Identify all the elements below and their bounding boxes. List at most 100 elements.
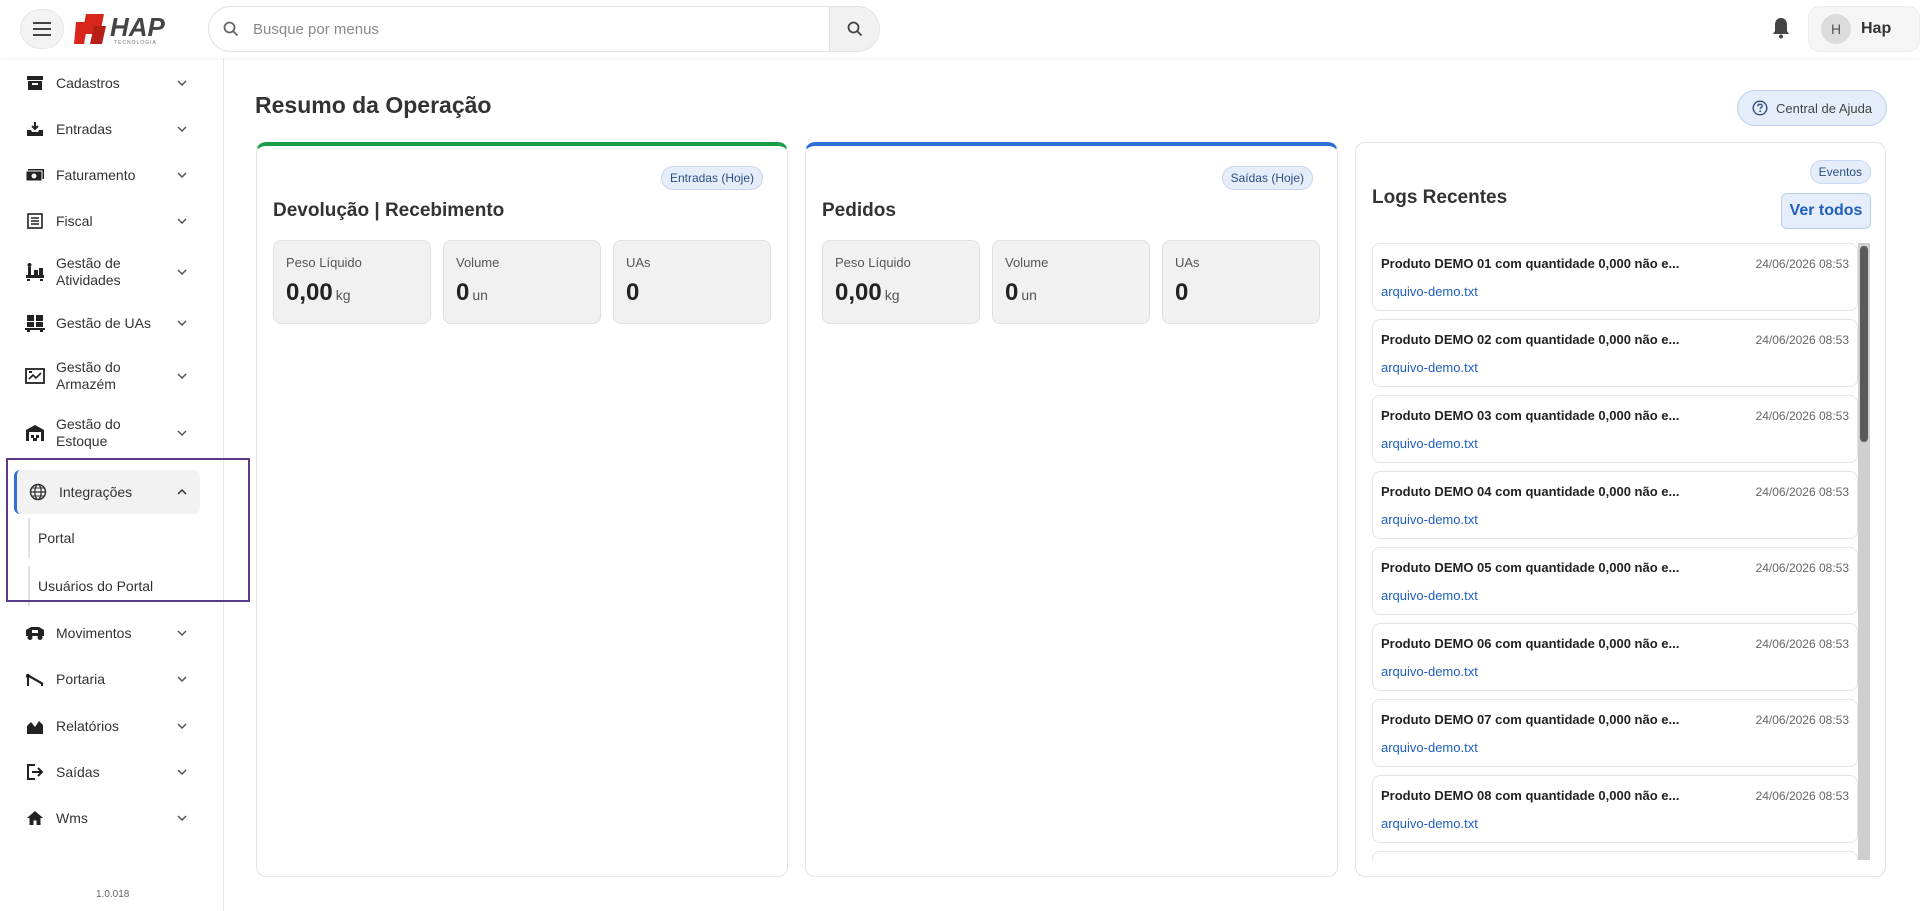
sidebar-item-label: Gestão de UAs [56, 314, 151, 331]
home-icon [24, 808, 46, 828]
stat-value: 0 un [1005, 279, 1037, 306]
chevron-down-icon [172, 218, 192, 224]
truck-icon [24, 623, 46, 643]
archive-icon [24, 73, 46, 93]
help-center-button[interactable]: Central de Ajuda [1737, 90, 1887, 126]
sidebar-item-movimentos[interactable]: Movimentos [14, 618, 200, 648]
log-title: Produto DEMO 03 com quantidade 0,000 não… [1381, 408, 1680, 423]
sidebar-item-label: Gestão de Atividades [56, 255, 121, 288]
log-scrollbar-thumb[interactable] [1860, 246, 1868, 442]
saidas-badge: Saídas (Hoje) [1221, 166, 1313, 190]
search-button[interactable] [829, 7, 879, 51]
log-title: Produto DEMO 07 com quantidade 0,000 não… [1381, 712, 1680, 727]
warehouse-icon [24, 423, 46, 443]
top-bar: HAP TECNOLOGIA H Hap [0, 0, 1920, 58]
log-date: 24/06/2026 08:53 [1755, 713, 1849, 727]
log-title: Produto DEMO 04 com quantidade 0,000 não… [1381, 484, 1680, 499]
chevron-down-icon [172, 769, 192, 775]
sidebar-item-fiscal[interactable]: Fiscal [14, 206, 200, 236]
log-file-link[interactable]: arquivo-demo.txt [1381, 740, 1478, 755]
entradas-title: Devolução | Recebimento [273, 200, 505, 221]
stat-label: Peso Líquido [286, 255, 362, 270]
sidebar-item-wms[interactable]: Wms [14, 803, 200, 833]
stat-unit: kg [335, 287, 351, 303]
log-item[interactable]: Produto DEMO 05 com quantidade 0,000 não… [1372, 547, 1858, 615]
log-file-link[interactable]: arquivo-demo.txt [1381, 512, 1478, 527]
entradas-card: Entradas (Hoje) Devolução | Recebimento … [256, 142, 788, 877]
view-all-button[interactable]: Ver todos [1781, 193, 1871, 229]
log-item[interactable]: Produto DEMO 06 com quantidade 0,000 não… [1372, 623, 1858, 691]
log-item[interactable]: Produto DEMO 02 com quantidade 0,000 não… [1372, 319, 1858, 387]
sidebar-item-label: Faturamento [56, 166, 136, 183]
sidebar-item-cadastros[interactable]: Cadastros [14, 68, 200, 98]
search-input[interactable] [253, 7, 813, 51]
log-file-link[interactable]: arquivo-demo.txt [1381, 816, 1478, 831]
sidebar-item-gestao-uas[interactable]: Gestão de UAs [14, 308, 200, 338]
saidas-title: Pedidos [822, 200, 896, 221]
sidebar-item-relatorios[interactable]: Relatórios [14, 711, 200, 741]
stat-label: Volume [456, 255, 500, 270]
hap-logo[interactable]: HAP TECNOLOGIA [74, 12, 184, 46]
logs-title: Logs Recentes [1372, 187, 1508, 208]
bell-icon [1773, 18, 1789, 39]
sidebar-item-portaria[interactable]: Portaria [14, 664, 200, 694]
search-bar [208, 6, 880, 52]
chevron-down-icon [172, 676, 192, 682]
notifications-button[interactable] [1772, 17, 1790, 44]
sidebar-item-gestao-estoque[interactable]: Gestão do Estoque [14, 413, 200, 453]
log-date: 24/06/2026 08:53 [1755, 485, 1849, 499]
list-icon [24, 211, 46, 231]
log-file-link[interactable]: arquivo-demo.txt [1381, 284, 1478, 299]
log-file-link[interactable]: arquivo-demo.txt [1381, 436, 1478, 451]
chevron-down-icon [172, 723, 192, 729]
log-date: 24/06/2026 08:53 [1755, 257, 1849, 271]
user-menu[interactable]: H Hap [1808, 6, 1920, 52]
log-list: Produto DEMO 01 com quantidade 0,000 não… [1372, 243, 1862, 860]
log-item[interactable]: Produto DEMO 07 com quantidade 0,000 não… [1372, 699, 1858, 767]
exit-icon [24, 762, 46, 782]
stat-uas: UAs 0 [1162, 240, 1320, 324]
menu-button[interactable] [20, 9, 64, 49]
chevron-down-icon [172, 815, 192, 821]
chevron-down-icon [172, 269, 192, 275]
log-title: Produto DEMO 01 com quantidade 0,000 não… [1381, 256, 1680, 271]
log-title: Produto DEMO 05 com quantidade 0,000 não… [1381, 560, 1680, 575]
stat-value: 0,00 kg [286, 279, 351, 306]
sidebar-item-label: Gestão do Estoque [56, 416, 121, 449]
sidebar-item-label: Fiscal [56, 212, 93, 229]
logs-card: Eventos Logs Recentes Ver todos Produto … [1355, 142, 1886, 877]
log-date: 24/06/2026 08:53 [1755, 637, 1849, 651]
sidebar-item-gestao-armazem[interactable]: Gestão do Armazém [14, 356, 200, 396]
sidebar-item-faturamento[interactable]: Faturamento [14, 160, 200, 190]
sidebar-item-label: Wms [56, 809, 88, 826]
pallet-icon [24, 313, 46, 333]
log-item[interactable] [1372, 851, 1858, 860]
log-file-link[interactable]: arquivo-demo.txt [1381, 664, 1478, 679]
log-file-link[interactable]: arquivo-demo.txt [1381, 588, 1478, 603]
log-item[interactable]: Produto DEMO 04 com quantidade 0,000 não… [1372, 471, 1858, 539]
help-center-label: Central de Ajuda [1776, 100, 1873, 116]
inbox-icon [24, 119, 46, 139]
log-item[interactable]: Produto DEMO 03 com quantidade 0,000 não… [1372, 395, 1858, 463]
log-item[interactable]: Produto DEMO 08 com quantidade 0,000 não… [1372, 775, 1858, 843]
app-version: 1.0.018 [96, 889, 130, 900]
log-item[interactable]: Produto DEMO 01 com quantidade 0,000 não… [1372, 243, 1858, 311]
stat-label: UAs [626, 255, 651, 270]
log-date: 24/06/2026 08:53 [1755, 789, 1849, 803]
svg-text:TECNOLOGIA: TECNOLOGIA [114, 40, 157, 46]
barrier-icon [24, 669, 46, 689]
stat-label: UAs [1175, 255, 1200, 270]
money-icon [24, 165, 46, 185]
search-icon [223, 21, 239, 37]
help-icon [1752, 100, 1768, 116]
avatar: H [1821, 14, 1851, 44]
log-file-link[interactable]: arquivo-demo.txt [1381, 360, 1478, 375]
sidebar-item-gestao-atividades[interactable]: Gestão de Atividades [14, 252, 200, 292]
sidebar-item-saidas[interactable]: Saídas [14, 757, 200, 787]
chevron-down-icon [172, 320, 192, 326]
stat-volume: Volume 0 un [443, 240, 601, 324]
log-title: Produto DEMO 06 com quantidade 0,000 não… [1381, 636, 1680, 651]
sidebar-item-entradas[interactable]: Entradas [14, 114, 200, 144]
eventos-badge: Eventos [1809, 160, 1871, 184]
chevron-down-icon [172, 430, 192, 436]
